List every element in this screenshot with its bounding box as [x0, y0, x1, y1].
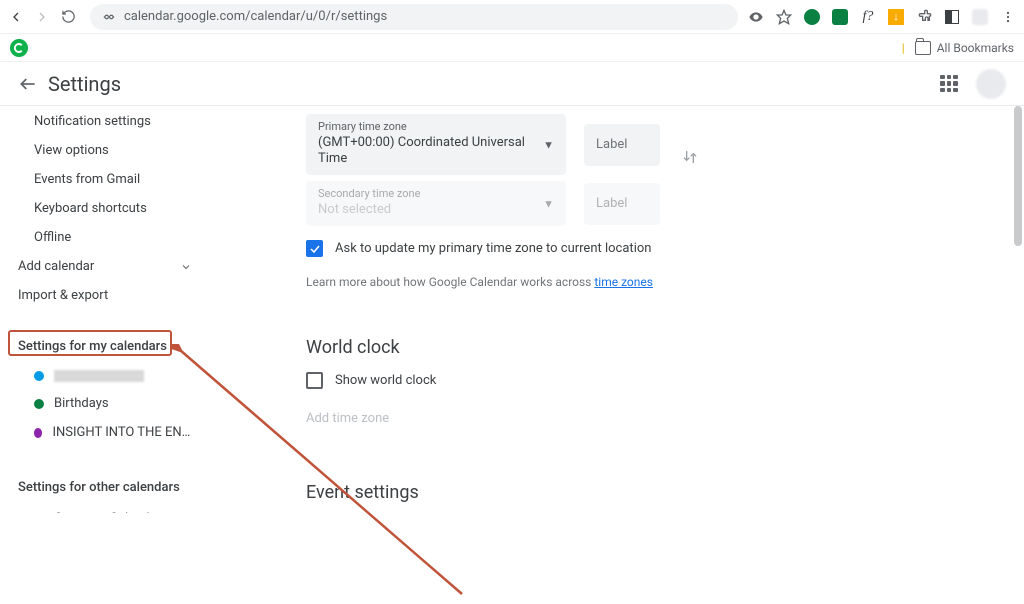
field-value: Not selected	[318, 202, 554, 218]
caret-down-icon: ▼	[543, 197, 554, 210]
placeholder-text: Label	[596, 196, 627, 211]
profile-chip[interactable]	[972, 9, 988, 25]
section-label: Settings for other calendars	[18, 480, 180, 495]
secondary-timezone-select[interactable]: Secondary time zone Not selected ▼	[306, 181, 566, 226]
reload-icon[interactable]	[60, 9, 76, 25]
calendar-color-dot	[34, 399, 44, 409]
calendar-item-coursera[interactable]: Coursera Calendar	[0, 504, 210, 513]
field-label: Secondary time zone	[318, 187, 554, 201]
swap-timezones-icon[interactable]	[682, 149, 698, 165]
extension-shop-icon[interactable]	[832, 9, 848, 25]
learn-more-text: Learn more about how Google Calendar wor…	[306, 275, 984, 289]
site-info-icon[interactable]	[102, 10, 116, 24]
panel-icon[interactable]	[944, 9, 960, 25]
field-label: Primary time zone	[318, 120, 554, 134]
sidebar-item-label: View options	[34, 143, 109, 158]
show-world-clock-checkbox[interactable]	[306, 372, 323, 389]
primary-timezone-label-input[interactable]: Label	[584, 124, 660, 166]
calendar-name-label: INSIGHT INTO THE ENGLIS…	[52, 425, 192, 440]
sidebar-item-keyboard-shortcuts[interactable]: Keyboard shortcuts	[0, 194, 210, 223]
extension-f-icon[interactable]: f?	[860, 9, 876, 25]
url-text: calendar.google.com/calendar/u/0/r/setti…	[124, 9, 387, 24]
section-label: Settings for my calendars	[18, 339, 167, 354]
checkbox-label: Show world clock	[335, 373, 436, 388]
settings-back-icon[interactable]	[18, 74, 40, 94]
forward-icon[interactable]	[34, 9, 50, 25]
sidebar-section-other-calendars: Settings for other calendars	[0, 471, 210, 504]
world-clock-heading: World clock	[306, 337, 984, 358]
calendar-color-dot	[34, 371, 44, 381]
calendar-name-label: Birthdays	[54, 396, 109, 411]
field-value: (GMT+00:00) Coordinated Universal Time	[318, 135, 554, 167]
sidebar-item-import-export[interactable]: Import & export	[0, 281, 210, 310]
sidebar-item-label: Import & export	[18, 288, 108, 303]
extension-dl-icon[interactable]: ↓	[888, 9, 904, 25]
calendar-name-redacted	[54, 370, 144, 382]
time-zones-link[interactable]: time zones	[594, 275, 653, 289]
extension-g-icon[interactable]	[804, 9, 820, 25]
event-settings-heading: Event settings	[306, 482, 984, 503]
eye-icon[interactable]	[748, 9, 764, 25]
placeholder-text: Label	[596, 137, 627, 152]
sidebar-section-my-calendars: Settings for my calendars	[0, 330, 210, 363]
checkbox-label: Ask to update my primary time zone to cu…	[335, 241, 651, 256]
url-bar[interactable]: calendar.google.com/calendar/u/0/r/setti…	[90, 4, 738, 30]
browser-toolbar: calendar.google.com/calendar/u/0/r/setti…	[0, 0, 1024, 34]
page-title: Settings	[48, 72, 121, 96]
sidebar-item-add-calendar[interactable]: Add calendar	[0, 252, 210, 281]
folder-icon[interactable]	[915, 41, 931, 55]
learn-more-prefix: Learn more about how Google Calendar wor…	[306, 275, 594, 289]
ask-update-checkbox[interactable]	[306, 240, 323, 257]
chevron-down-icon	[180, 261, 192, 273]
star-icon[interactable]	[776, 9, 792, 25]
app-header: Settings	[0, 62, 1024, 106]
caret-down-icon: ▼	[543, 138, 554, 151]
calendar-item-insight[interactable]: INSIGHT INTO THE ENGLIS…	[0, 418, 210, 447]
add-time-zone-button: Add time zone	[306, 411, 984, 426]
sidebar-item-events-gmail[interactable]: Events from Gmail	[0, 165, 210, 194]
all-bookmarks-label[interactable]: All Bookmarks	[937, 41, 1014, 55]
settings-main: Primary time zone (GMT+00:00) Coordinate…	[210, 106, 1024, 513]
sidebar-item-label: Add calendar	[18, 259, 94, 274]
sidebar-item-label: Events from Gmail	[34, 172, 140, 187]
calendar-item-primary[interactable]	[0, 363, 210, 389]
sidebar-item-offline[interactable]: Offline	[0, 223, 210, 252]
sidebar-item-label: Offline	[34, 230, 71, 245]
chrome-menu-icon[interactable]	[1000, 9, 1016, 25]
separator-icon: |	[902, 41, 905, 55]
calendar-item-birthdays[interactable]: Birthdays	[0, 389, 210, 418]
extension-logo-icon[interactable]	[10, 39, 28, 57]
secondary-timezone-label-input: Label	[584, 183, 660, 225]
google-apps-icon[interactable]	[940, 75, 958, 93]
back-icon[interactable]	[8, 9, 24, 25]
primary-timezone-select[interactable]: Primary time zone (GMT+00:00) Coordinate…	[306, 114, 566, 175]
scrollbar-thumb[interactable]	[1014, 106, 1022, 246]
sidebar-item-notification-settings[interactable]: Notification settings	[0, 114, 210, 136]
sidebar-item-label: Notification settings	[34, 114, 151, 129]
bookmark-bar: | All Bookmarks	[0, 34, 1024, 62]
extensions-menu-icon[interactable]	[916, 9, 932, 25]
account-avatar[interactable]	[976, 69, 1006, 99]
sidebar-item-label: Keyboard shortcuts	[34, 201, 147, 216]
calendar-color-dot	[34, 428, 42, 438]
settings-sidebar: Notification settings View options Event…	[0, 106, 210, 513]
sidebar-item-view-options[interactable]: View options	[0, 136, 210, 165]
